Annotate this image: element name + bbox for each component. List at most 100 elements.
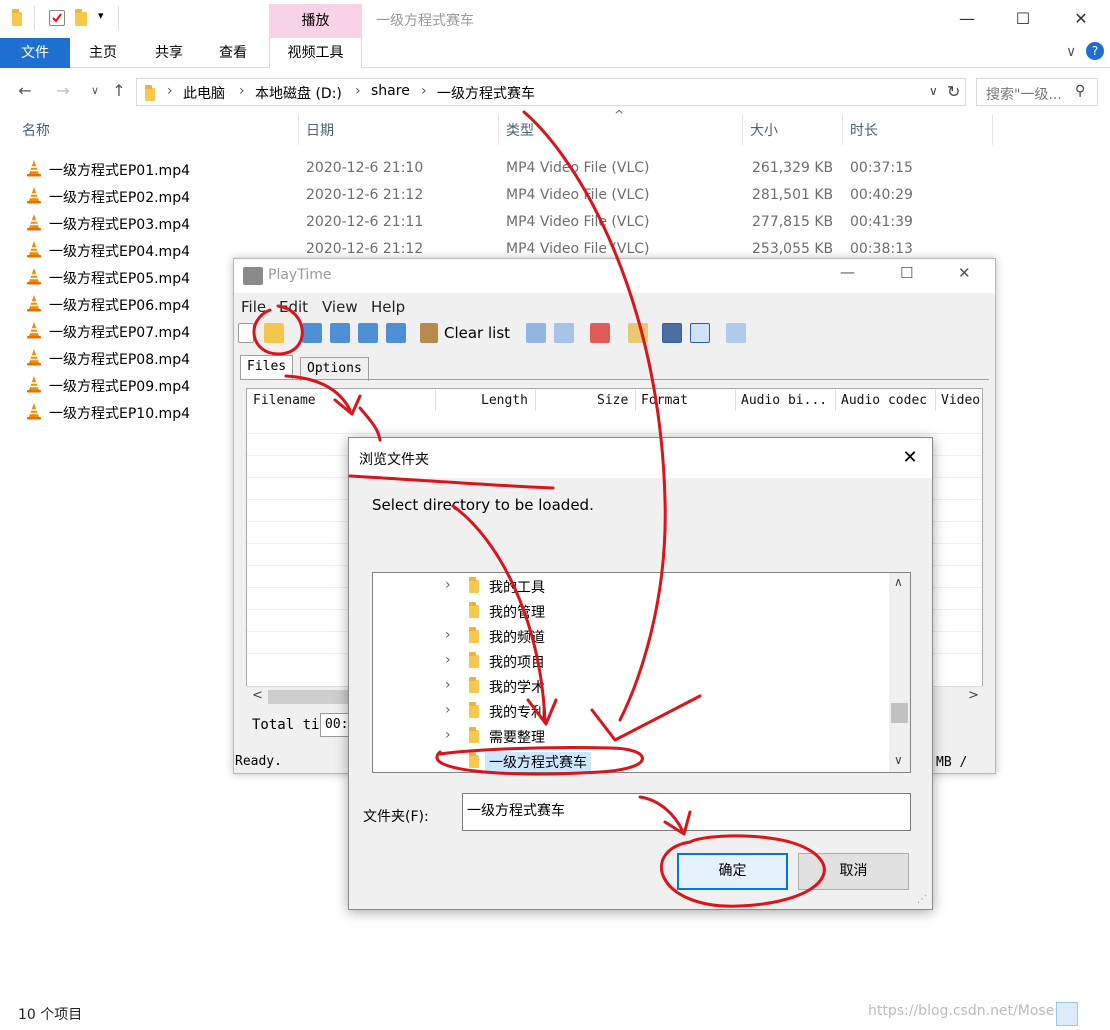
customize-quick-access-icon[interactable]: ▾ <box>98 9 104 22</box>
chevron-right-icon[interactable]: › <box>445 652 451 668</box>
menu-file[interactable]: File <box>241 298 266 316</box>
close-button[interactable]: ✕ <box>1058 0 1104 38</box>
list-header-length[interactable]: Length <box>481 393 528 408</box>
tree-item[interactable]: › 我的专利 <box>373 698 887 723</box>
vertical-scrollbar[interactable]: ∧ ∨ <box>889 573 910 772</box>
breadcrumb-current[interactable]: 一级方程式赛车 <box>437 83 535 103</box>
breadcrumb-drive[interactable]: 本地磁盘 (D:) <box>255 83 342 103</box>
forward-arrow-icon[interactable]: → <box>52 80 74 102</box>
search-icon[interactable]: ⚲ <box>1075 83 1085 99</box>
file-name[interactable]: 一级方程式EP07.mp4 <box>49 322 190 342</box>
scroll-thumb[interactable] <box>268 690 358 704</box>
tree-item[interactable]: › 我的工具 <box>373 573 887 598</box>
column-header-duration[interactable]: 时长 <box>850 120 878 140</box>
breadcrumb-share[interactable]: share <box>371 83 410 99</box>
tab-view[interactable]: 查看 <box>210 38 256 68</box>
save-list-icon[interactable] <box>554 323 574 343</box>
maximize-button[interactable]: ☐ <box>1000 0 1046 38</box>
search-box[interactable]: 搜索"一级... ⚲ <box>976 78 1098 106</box>
tree-item[interactable]: › 需要整理 <box>373 723 887 748</box>
scroll-left-icon[interactable]: < <box>252 688 263 703</box>
list-header-audio-codec[interactable]: Audio codec <box>841 393 927 408</box>
move-down-icon[interactable] <box>358 323 378 343</box>
file-name[interactable]: 一级方程式EP04.mp4 <box>49 241 190 261</box>
column-header-name[interactable]: 名称 <box>22 120 50 140</box>
file-row[interactable]: 一级方程式EP02.mp4 2020-12-6 21:12 MP4 Video Fi… <box>0 182 1110 209</box>
add-file-icon[interactable] <box>238 323 254 343</box>
list-header-size[interactable]: Size <box>597 393 628 408</box>
tree-item[interactable]: 我的管理 <box>373 598 887 623</box>
ok-button[interactable]: 确定 <box>677 853 788 890</box>
column-header-date[interactable]: 日期 <box>306 120 334 140</box>
close-icon[interactable]: ✕ <box>895 444 925 472</box>
column-header-type[interactable]: 类型 <box>506 120 534 140</box>
close-button[interactable]: ✕ <box>958 264 971 282</box>
export-icon[interactable] <box>526 323 546 343</box>
chevron-right-icon[interactable]: › <box>445 677 451 693</box>
file-row[interactable]: 一级方程式EP03.mp4 2020-12-6 21:11 MP4 Video Fi… <box>0 209 1110 236</box>
broom-icon[interactable] <box>420 323 438 343</box>
back-arrow-icon[interactable]: ← <box>14 80 36 102</box>
details-view-icon[interactable] <box>1056 1002 1078 1026</box>
tab-video-tools[interactable]: 视频工具 <box>269 38 362 68</box>
minimize-button[interactable]: — <box>840 263 855 281</box>
file-name[interactable]: 一级方程式EP01.mp4 <box>49 160 190 180</box>
chevron-right-icon[interactable]: › <box>445 727 451 743</box>
tab-home[interactable]: 主页 <box>80 38 126 68</box>
tab-files[interactable]: Files <box>240 355 294 379</box>
breadcrumb-this-pc[interactable]: 此电脑 <box>183 83 225 103</box>
folder-input[interactable]: 一级方程式赛车 <box>462 793 911 831</box>
up-arrow-icon[interactable]: ↑ <box>108 80 130 102</box>
maximize-button[interactable]: ☐ <box>900 264 913 282</box>
file-name[interactable]: 一级方程式EP09.mp4 <box>49 376 190 396</box>
properties-icon[interactable] <box>49 10 65 26</box>
recent-chevron-icon[interactable]: ∨ <box>84 80 106 102</box>
settings-icon[interactable] <box>628 323 648 343</box>
resize-grip-icon[interactable]: ⋰ <box>917 894 927 905</box>
scroll-thumb[interactable] <box>891 703 908 723</box>
move-up-icon[interactable] <box>330 323 350 343</box>
search-input[interactable]: 搜索"一级... <box>986 84 1062 104</box>
clear-list-button[interactable]: Clear list <box>444 324 510 342</box>
file-name[interactable]: 一级方程式EP10.mp4 <box>49 403 190 423</box>
pin-icon[interactable] <box>590 323 610 343</box>
tab-file[interactable]: 文件 <box>0 38 70 68</box>
scroll-up-icon[interactable]: ∧ <box>894 575 903 589</box>
file-name[interactable]: 一级方程式EP02.mp4 <box>49 187 190 207</box>
chevron-right-icon[interactable]: › <box>445 577 451 593</box>
audio-filter-icon[interactable] <box>690 323 710 343</box>
add-folder-icon[interactable] <box>264 323 284 343</box>
list-header-video[interactable]: Video <box>941 393 980 408</box>
address-dropdown-icon[interactable]: ∨ <box>929 84 938 98</box>
list-header-audio-bitrate[interactable]: Audio bi... <box>741 393 827 408</box>
chevron-down-icon[interactable]: ∨ <box>1066 44 1076 60</box>
file-row[interactable]: 一级方程式EP01.mp4 2020-12-6 21:10 MP4 Video Fi… <box>0 155 1110 182</box>
add-audio-icon[interactable] <box>726 323 746 343</box>
list-header-filename[interactable]: Filename <box>253 393 316 408</box>
scroll-down-icon[interactable]: ∨ <box>894 753 903 767</box>
tree-item[interactable]: 一级方程式赛车 <box>373 748 887 773</box>
video-filter-icon[interactable] <box>662 323 682 343</box>
menu-help[interactable]: Help <box>371 298 405 316</box>
file-name[interactable]: 一级方程式EP08.mp4 <box>49 349 190 369</box>
cancel-button[interactable]: 取消 <box>798 853 909 890</box>
minimize-button[interactable]: — <box>944 0 990 38</box>
menu-view[interactable]: View <box>322 298 358 316</box>
move-bottom-icon[interactable] <box>386 323 406 343</box>
chevron-right-icon[interactable]: › <box>445 627 451 643</box>
refresh-icon[interactable]: ↻ <box>947 82 960 101</box>
scroll-right-icon[interactable]: > <box>968 688 979 703</box>
menu-edit[interactable]: Edit <box>279 298 308 316</box>
chevron-right-icon[interactable]: › <box>445 702 451 718</box>
address-bar[interactable]: › 此电脑 › 本地磁盘 (D:) › share › 一级方程式赛车 ∨ ↻ <box>136 78 966 106</box>
help-icon[interactable]: ? <box>1086 42 1104 60</box>
move-top-icon[interactable] <box>302 323 322 343</box>
folder-tree[interactable]: › 我的工具 我的管理 › 我的频道 › 我的项目 › 我的学术 › 我的专利 › 需要整理 一级方程式赛… <box>372 572 911 773</box>
tab-options[interactable]: Options <box>300 357 369 381</box>
tree-item[interactable]: › 我的项目 <box>373 648 887 673</box>
large-icons-view-icon[interactable] <box>1080 1002 1102 1026</box>
tree-item[interactable]: › 我的频道 <box>373 623 887 648</box>
file-name[interactable]: 一级方程式EP05.mp4 <box>49 268 190 288</box>
tab-share[interactable]: 共享 <box>146 38 192 68</box>
column-header-size[interactable]: 大小 <box>750 120 778 140</box>
